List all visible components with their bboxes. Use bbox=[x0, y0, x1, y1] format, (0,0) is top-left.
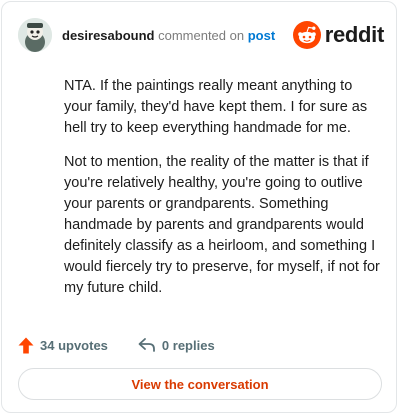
comment-meta: desiresabound commented on post bbox=[62, 28, 275, 44]
comment-card: desiresabound commented on post reddit N… bbox=[1, 1, 397, 413]
comment-header: desiresabound commented on post reddit bbox=[18, 18, 384, 54]
post-link[interactable]: post bbox=[248, 28, 275, 43]
comment-actions: 34 upvotes 0 replies bbox=[18, 334, 245, 356]
reply-button[interactable]: 0 replies bbox=[138, 337, 215, 353]
reply-count: 0 replies bbox=[161, 337, 215, 353]
commented-on-text: commented on bbox=[158, 28, 245, 43]
upvote-arrow-icon bbox=[18, 337, 34, 353]
upvote-count: 34 upvotes bbox=[40, 337, 108, 353]
comment-body: NTA. If the paintings really meant anyth… bbox=[64, 76, 382, 312]
user-avatar-icon[interactable] bbox=[18, 18, 52, 52]
view-conversation-button[interactable]: View the conversation bbox=[18, 368, 382, 400]
reddit-snoo-icon bbox=[292, 21, 321, 49]
comment-paragraph: Not to mention, the reality of the matte… bbox=[64, 154, 380, 296]
reddit-wordmark: reddit bbox=[324, 22, 385, 47]
comment-paragraph: NTA. If the paintings really meant anyth… bbox=[64, 78, 368, 136]
username-link[interactable]: desiresabound bbox=[62, 28, 154, 43]
reddit-logo[interactable]: reddit bbox=[292, 20, 385, 50]
reply-icon bbox=[138, 338, 155, 352]
upvote-button[interactable]: 34 upvotes bbox=[18, 337, 108, 354]
